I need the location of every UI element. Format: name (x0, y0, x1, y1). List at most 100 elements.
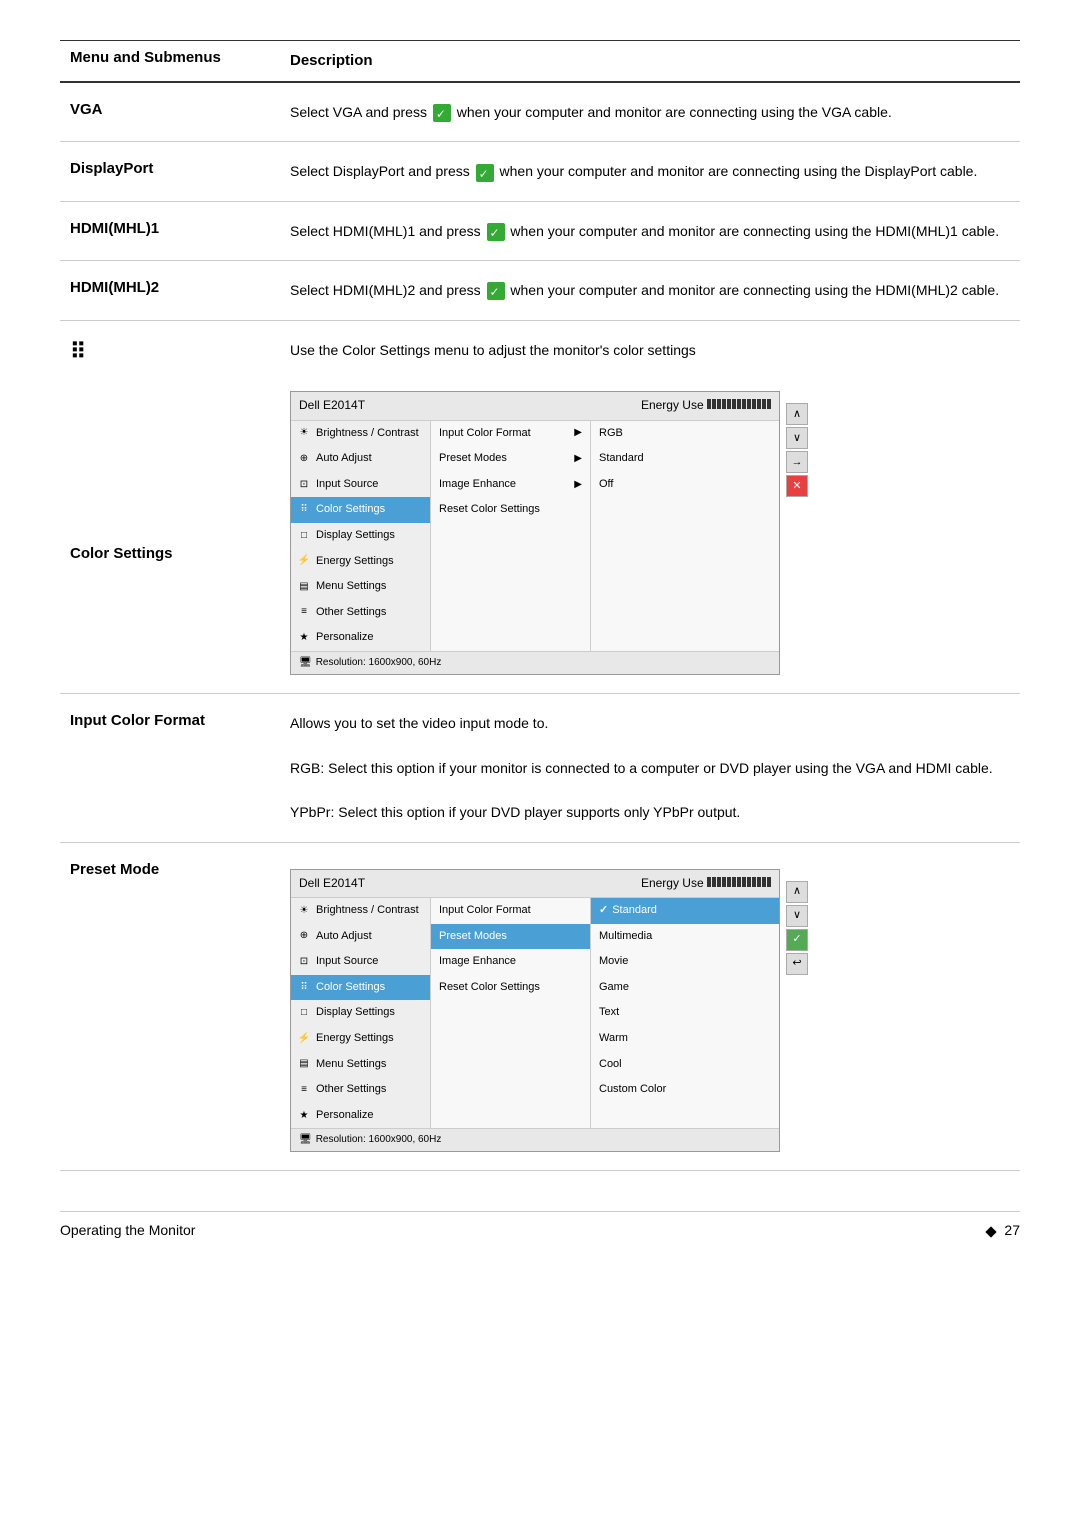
osd-item-personalize-2: ★ Personalize (291, 1103, 430, 1129)
osd-item-other-settings: ≡ Other Settings (291, 600, 430, 626)
osd-title-1: Dell E2014T (299, 396, 365, 415)
osd-footer-2: 🖥 Resolution: 1600x900, 60Hz (291, 1128, 779, 1151)
monitor-icon: 🖥 (299, 655, 312, 671)
osd-val-off: Off (591, 472, 779, 498)
osd-mid-preset: Preset Modes ▶ (431, 446, 590, 472)
osd-val-movie: Movie (591, 949, 779, 975)
auto-icon-2: ⊕ (297, 929, 311, 943)
star-icon: ★ (297, 631, 311, 645)
checkmark-icon: ✓ (599, 902, 608, 920)
check-icon (487, 223, 505, 241)
nav-down-btn-2[interactable]: ∨ (786, 905, 808, 927)
osd-item-personalize: ★ Personalize (291, 625, 430, 651)
display-icon: □ (297, 529, 311, 543)
osd-item-color-settings: ⠿ Color Settings (291, 497, 430, 523)
star-icon-2: ★ (297, 1109, 311, 1123)
osd-monitor-2: Dell E2014T Energy Use (290, 861, 780, 1153)
osd-item-menu-2: ▤ Menu Settings (291, 1052, 430, 1078)
desc-hdmi2: Select HDMI(MHL)2 and press when your co… (280, 261, 1020, 320)
input-source-icon: ⊡ (297, 478, 311, 492)
table-header: Menu and Submenus Description (60, 41, 1020, 83)
energy-icon: ⚡ (297, 554, 311, 568)
osd-item-menu-settings: ▤ Menu Settings (291, 574, 430, 600)
nav-back-btn-2[interactable]: ↩ (786, 953, 808, 975)
osd-item-energy-2: ⚡ Energy Settings (291, 1026, 430, 1052)
osd-mid-reset: Reset Color Settings (431, 497, 590, 523)
osd-val-standard-2: ✓ Standard (591, 898, 779, 924)
osd-item-auto-2: ⊕ Auto Adjust (291, 924, 430, 950)
footer-section-label: Operating the Monitor (60, 1222, 195, 1238)
osd-item-input-source: ⊡ Input Source (291, 472, 430, 498)
check-icon (476, 164, 494, 182)
osd-body-2: ☀ Brightness / Contrast ⊕ Auto Adjust ⊡ … (291, 898, 779, 1128)
nav-check-btn-2[interactable]: ✓ (786, 929, 808, 951)
menu-displayport: DisplayPort (60, 142, 280, 201)
desc-vga: Select VGA and press when your computer … (280, 82, 1020, 142)
osd-val-game: Game (591, 975, 779, 1001)
desc-input-color-format: Allows you to set the video input mode t… (280, 693, 1020, 842)
osd-title-2: Dell E2014T (299, 874, 365, 893)
nav-close-btn[interactable]: ✕ (786, 475, 808, 497)
color-settings-label: Color Settings (70, 545, 270, 562)
nav-up-btn[interactable]: ∧ (786, 403, 808, 425)
nav-down-btn[interactable]: ∨ (786, 427, 808, 449)
osd-display-2: Dell E2014T Energy Use (290, 869, 780, 1153)
osd-val-warm: Warm (591, 1026, 779, 1052)
menu-color-settings: ⠿ Color Settings (60, 320, 280, 693)
table-row-color-settings: ⠿ Color Settings Use the Color Settings … (60, 320, 1020, 693)
osd-display-1: Dell E2014T Energy Use (290, 391, 780, 675)
page-number: 27 (981, 1222, 1020, 1238)
osd-item-display-settings: □ Display Settings (291, 523, 430, 549)
osd-item-display-2: □ Display Settings (291, 1000, 430, 1026)
osd-mid-image: Image Enhance ▶ (431, 472, 590, 498)
menu-preset-mode: Preset Mode (60, 842, 280, 1171)
osd-middle-menu-1: Input Color Format ▶ Preset Modes ▶ Imag… (431, 421, 591, 651)
arrow-icon: ▶ (574, 451, 582, 467)
osd-val-multimedia: Multimedia (591, 924, 779, 950)
table-row: HDMI(MHL)1 Select HDMI(MHL)1 and press w… (60, 201, 1020, 260)
brightness-icon: ☀ (297, 426, 311, 440)
energy-bar-1 (707, 399, 771, 409)
osd-mid-input-color: Input Color Format ▶ (431, 421, 590, 447)
osd-mid2-preset: Preset Modes (431, 924, 590, 950)
input-color-desc3: YPbPr: Select this option if your DVD pl… (290, 801, 1010, 823)
osd-header-2: Dell E2014T Energy Use (291, 870, 779, 898)
osd-footer-1: 🖥 Resolution: 1600x900, 60Hz (291, 651, 779, 674)
menu-icon-2: ▤ (297, 1057, 311, 1071)
osd-item-input-2: ⊡ Input Source (291, 949, 430, 975)
osd-right-values-2: ✓ Standard Multimedia Movie Game Text Wa… (591, 898, 779, 1128)
nav-up-btn-2[interactable]: ∧ (786, 881, 808, 903)
osd-val-rgb: RGB (591, 421, 779, 447)
desc-hdmi1: Select HDMI(MHL)1 and press when your co… (280, 201, 1020, 260)
menu-icon: ▤ (297, 580, 311, 594)
menu-hdmi2: HDMI(MHL)2 (60, 261, 280, 320)
menu-hdmi1: HDMI(MHL)1 (60, 201, 280, 260)
osd-monitor-1: Dell E2014T Energy Use (290, 383, 780, 675)
menu-vga: VGA (60, 82, 280, 142)
input-icon-2: ⊡ (297, 955, 311, 969)
osd-energy-1: Energy Use (641, 396, 771, 415)
other-icon: ≡ (297, 605, 311, 619)
nav-right-btn[interactable]: → (786, 451, 808, 473)
desc-preset-mode: Dell E2014T Energy Use (280, 842, 1020, 1171)
osd-mid2-image: Image Enhance (431, 949, 590, 975)
osd-item-energy-settings: ⚡ Energy Settings (291, 549, 430, 575)
color-settings-icon: ⠿ (70, 339, 86, 365)
osd-val-custom-color: Custom Color (591, 1077, 779, 1103)
check-icon (433, 104, 451, 122)
arrow-icon: ▶ (574, 425, 582, 441)
osd-middle-menu-2: Input Color Format Preset Modes Image En… (431, 898, 591, 1128)
brightness-icon-2: ☀ (297, 904, 311, 918)
header-menu: Menu and Submenus (60, 41, 280, 83)
osd-nav-2: ∧ ∨ ✓ ↩ (786, 881, 808, 975)
diamond-icon (985, 1226, 996, 1237)
table-row-preset-mode: Preset Mode Dell E2014T Energy Use (60, 842, 1020, 1171)
page-footer: Operating the Monitor 27 (60, 1211, 1020, 1238)
osd-val-text: Text (591, 1000, 779, 1026)
display-icon-2: □ (297, 1006, 311, 1020)
color-settings-intro: Use the Color Settings menu to adjust th… (290, 339, 1010, 361)
table-row: HDMI(MHL)2 Select HDMI(MHL)2 and press w… (60, 261, 1020, 320)
check-icon (487, 282, 505, 300)
desc-color-settings: Use the Color Settings menu to adjust th… (280, 320, 1020, 693)
monitor-icon-2: 🖥 (299, 1132, 312, 1148)
